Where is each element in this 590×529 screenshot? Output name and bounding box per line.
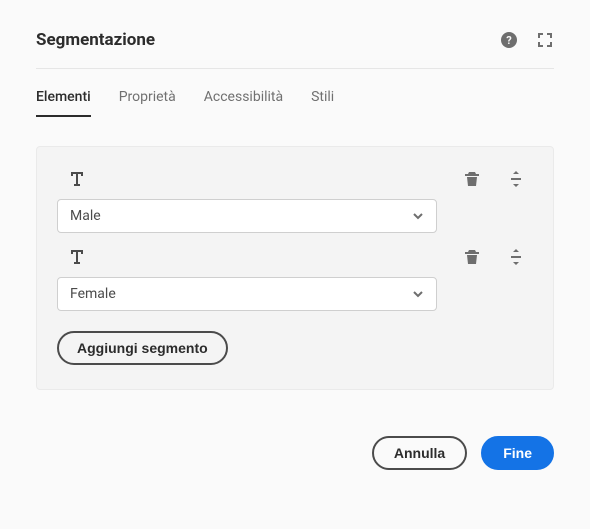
- delete-icon[interactable]: [463, 170, 481, 188]
- reorder-icon[interactable]: [507, 170, 525, 188]
- segment-select-value: Female: [70, 286, 116, 302]
- chevron-down-icon: [412, 210, 424, 222]
- delete-icon[interactable]: [463, 248, 481, 266]
- reorder-icon[interactable]: [507, 248, 525, 266]
- svg-text:?: ?: [506, 34, 512, 47]
- segment-select-value: Male: [70, 208, 101, 224]
- dialog-footer: Annulla Fine: [36, 436, 554, 470]
- segmentation-dialog: Segmentazione ? Elementi Proprietà Acces…: [0, 0, 590, 490]
- add-segment-button[interactable]: Aggiungi segmento: [57, 331, 228, 365]
- dialog-header: Segmentazione ?: [36, 30, 554, 69]
- done-button[interactable]: Fine: [481, 436, 554, 470]
- tab-properties[interactable]: Proprietà: [119, 89, 176, 117]
- cancel-button[interactable]: Annulla: [372, 436, 467, 470]
- segment-item: Female: [57, 247, 533, 311]
- segment-toolbar: [57, 247, 533, 267]
- chevron-down-icon: [412, 288, 424, 300]
- dialog-title: Segmentazione: [36, 30, 155, 50]
- segment-select[interactable]: Female: [57, 277, 437, 311]
- header-actions: ?: [500, 31, 554, 49]
- fullscreen-icon[interactable]: [536, 31, 554, 49]
- tab-styles[interactable]: Stili: [311, 89, 334, 117]
- tab-elements[interactable]: Elementi: [36, 89, 91, 117]
- segment-toolbar: [57, 169, 533, 189]
- help-icon[interactable]: ?: [500, 31, 518, 49]
- segment-select[interactable]: Male: [57, 199, 437, 233]
- text-icon: [67, 169, 87, 189]
- segments-panel: Male: [36, 146, 554, 390]
- tab-accessibility[interactable]: Accessibilità: [204, 89, 283, 117]
- text-icon: [67, 247, 87, 267]
- tab-list: Elementi Proprietà Accessibilità Stili: [36, 89, 554, 118]
- segment-item: Male: [57, 169, 533, 233]
